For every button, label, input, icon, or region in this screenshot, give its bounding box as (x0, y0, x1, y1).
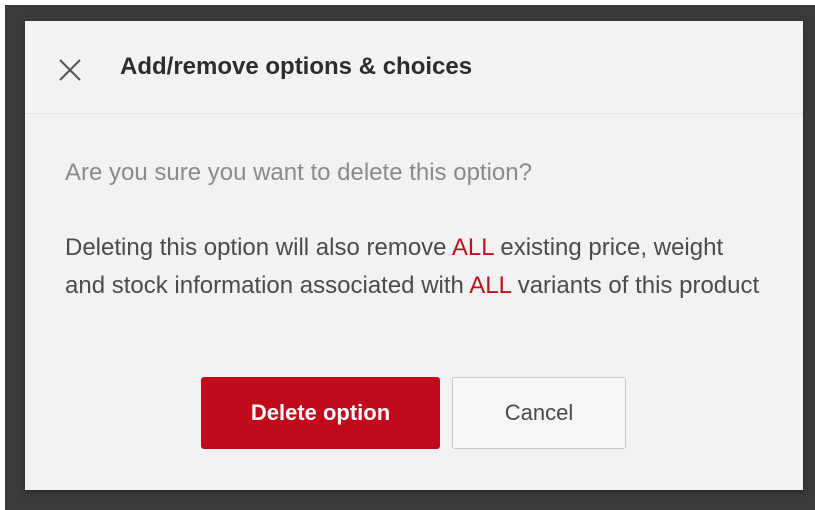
warning-emphasis-1: ALL (451, 234, 494, 261)
close-icon (59, 59, 81, 81)
warning-message: Deleting this option will also remove AL… (65, 229, 765, 305)
close-button[interactable] (55, 55, 85, 85)
warning-emphasis-2: ALL (469, 272, 512, 299)
dialog-title: Add/remove options & choices (120, 53, 473, 80)
cancel-button[interactable]: Cancel (452, 377, 626, 449)
confirm-question: Are you sure you want to delete this opt… (65, 159, 532, 186)
confirm-delete-dialog: Add/remove options & choices Are you sur… (25, 21, 803, 490)
warning-text-3: variants of this product (511, 272, 760, 299)
dialog-header: Add/remove options & choices (25, 21, 803, 114)
warning-text-1: Deleting this option will also remove (65, 234, 452, 261)
delete-option-button[interactable]: Delete option (201, 377, 440, 449)
